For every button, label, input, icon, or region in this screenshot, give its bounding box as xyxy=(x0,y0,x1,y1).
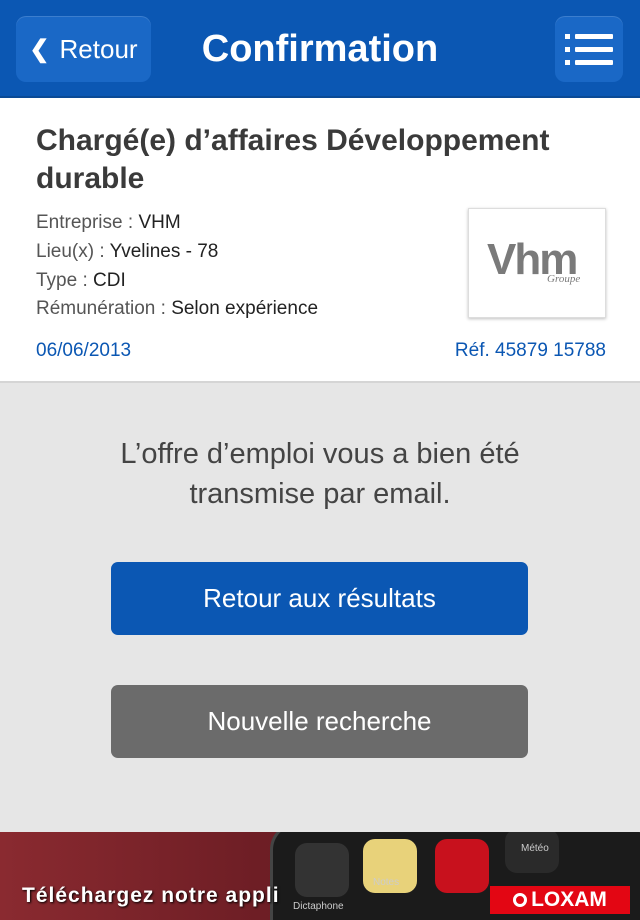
page-title: Confirmation xyxy=(201,27,439,70)
contract-type-value: CDI xyxy=(93,270,126,291)
back-button[interactable]: ❮ Retour xyxy=(16,16,151,82)
app-label-dictaphone: Dictaphone xyxy=(293,901,344,912)
loxam-app-icon xyxy=(435,839,489,893)
salary-value: Selon expérience xyxy=(171,298,319,319)
company-logo-subtext: Groupe xyxy=(547,273,581,285)
salary-row: Rémunération : Selon expérience xyxy=(36,298,318,320)
salary-label: Rémunération : xyxy=(36,298,166,319)
job-reference: Réf. 45879 15788 xyxy=(454,340,606,361)
company-logo: Vhm Groupe xyxy=(468,208,606,318)
chevron-left-icon: ❮ xyxy=(29,35,50,63)
loxam-ring-icon xyxy=(513,893,528,907)
top-navigation-bar: ❮ Retour Confirmation xyxy=(0,0,640,98)
new-search-button[interactable]: Nouvelle recherche xyxy=(111,685,528,758)
loxam-logo: LOXAM xyxy=(490,886,630,914)
dictaphone-app-icon xyxy=(295,843,349,897)
confirmation-line-2: transmise par email. xyxy=(189,478,451,510)
location-row: Lieu(x) : Yvelines - 78 xyxy=(36,241,218,263)
job-title: Chargé(e) d’affaires Développement durab… xyxy=(36,124,550,195)
back-button-label: Retour xyxy=(59,33,138,64)
contract-type-label: Type : xyxy=(36,270,88,291)
company-value: VHM xyxy=(138,212,181,233)
company-label: Entreprise : xyxy=(36,212,134,233)
back-to-results-button[interactable]: Retour aux résultats xyxy=(111,562,528,635)
app-label-weather: Météo xyxy=(521,843,549,854)
location-value: Yvelines - 78 xyxy=(109,241,219,262)
app-label-notes: Notes xyxy=(373,877,400,888)
confirmation-message: L’offre d’emploi vous a bien été transmi… xyxy=(40,434,600,514)
location-label: Lieu(x) : xyxy=(36,241,105,262)
publication-date: 06/06/2013 xyxy=(36,340,132,361)
job-offer-card: Chargé(e) d’affaires Développement durab… xyxy=(0,98,640,383)
ad-text: Téléchargez notre appli xyxy=(22,884,280,907)
loxam-brand-text: LOXAM xyxy=(531,888,607,911)
confirmation-line-1: L’offre d’emploi vous a bien été xyxy=(120,438,520,470)
company-row: Entreprise : VHM xyxy=(36,212,181,234)
contract-type-row: Type : CDI xyxy=(36,270,126,292)
menu-button[interactable] xyxy=(555,16,623,82)
app-download-ad-banner[interactable]: Dictaphone Notes Météo Téléchargez notre… xyxy=(0,832,640,920)
